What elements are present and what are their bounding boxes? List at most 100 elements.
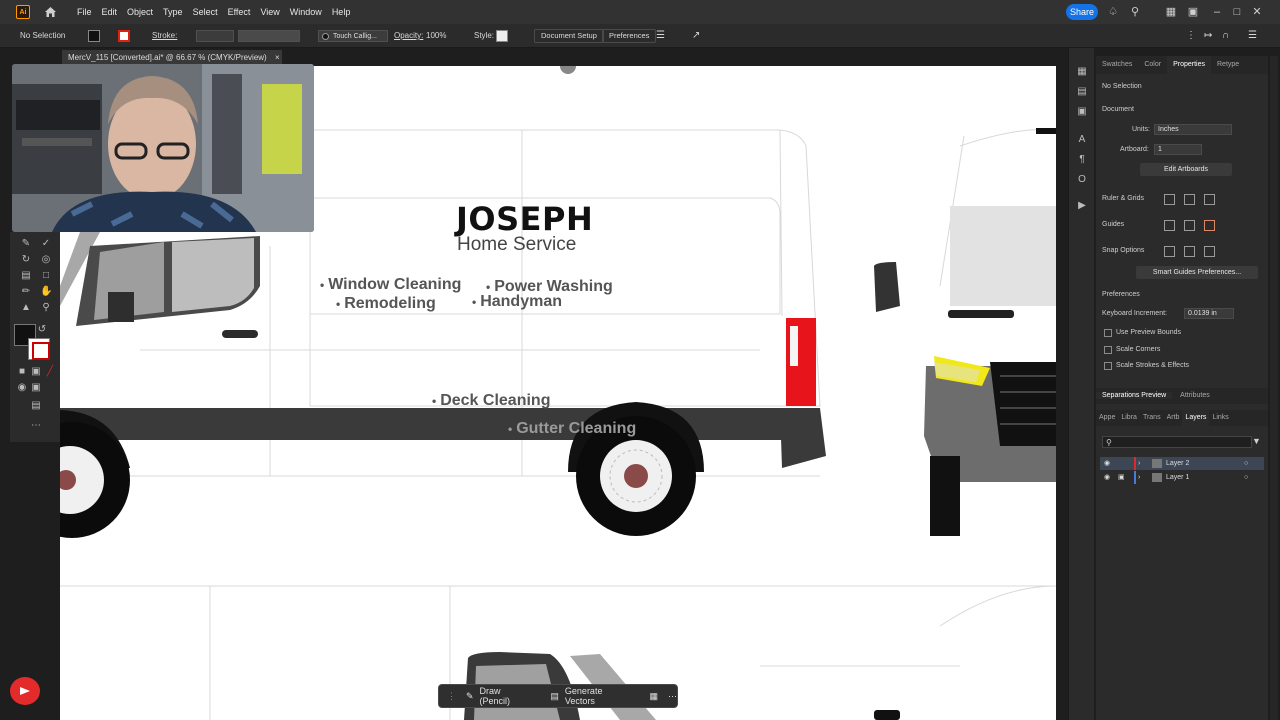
selection-tool-icon[interactable]: ▲ [20,302,32,314]
none-mode-icon[interactable]: ╱ [44,366,56,378]
maximize-window-icon[interactable]: □ [1230,5,1244,19]
more-icon[interactable]: ⋯ [668,691,677,702]
libraries-panel-icon[interactable]: ▣ [1076,106,1088,118]
artboard-dropdown[interactable]: 1 [1154,144,1202,155]
edit-toolbar-icon[interactable]: ⋯ [30,420,42,432]
tab-libraries[interactable]: Libra [1118,410,1140,426]
lock-guides-icon[interactable] [1184,220,1195,231]
target-circle-icon[interactable]: ○ [1244,471,1248,484]
screen-mode-icon[interactable]: ▣ [30,382,42,394]
menu-effect[interactable]: Effect [223,0,256,24]
transform-icon[interactable]: ↦ [1204,24,1212,48]
menu-view[interactable]: View [255,0,284,24]
preview-bounds-checkbox[interactable] [1104,329,1112,337]
graphic-style-swatch[interactable] [496,30,508,42]
menu-help[interactable]: Help [327,0,356,24]
magnet-icon[interactable]: ∩ [1222,24,1229,48]
tab-transform[interactable]: Trans [1140,410,1164,426]
panel-menu-icon[interactable]: ☰ [1248,24,1257,48]
tab-properties[interactable]: Properties [1167,56,1211,74]
units-dropdown[interactable]: Inches [1154,124,1232,135]
menu-edit[interactable]: Edit [97,0,123,24]
fill-color-swatch[interactable] [88,30,100,42]
slice-tool-icon[interactable]: ✏ [20,286,32,298]
tab-swatches[interactable]: Swatches [1096,56,1138,74]
export-icon[interactable]: ↗ [692,24,700,48]
tab-appearance[interactable]: Appe [1096,410,1118,426]
paragraph-panel-icon[interactable]: ¶ [1076,154,1088,166]
tab-links[interactable]: Links [1209,410,1231,426]
draw-pencil-button[interactable]: Draw (Pencil) [480,686,533,706]
align-options-icon[interactable]: ☰ [656,24,665,48]
color-mode-icon[interactable]: ■ [16,366,28,378]
minimize-window-icon[interactable]: – [1210,5,1224,19]
hand-tool-icon[interactable]: ✋ [40,286,52,298]
document-setup-button[interactable]: Document Setup [534,29,604,43]
preferences-button[interactable]: Preferences [602,29,657,43]
menu-select[interactable]: Select [188,0,223,24]
smart-guides-preferences-button[interactable]: Smart Guides Preferences... [1136,266,1258,279]
character-panel-icon[interactable]: A [1076,134,1088,146]
keyboard-increment-field[interactable]: 0.0139 in [1184,308,1234,319]
workspace-switcher-icon[interactable]: ▣ [1186,5,1200,19]
screen-mode-toggle-icon[interactable]: ▤ [30,400,42,412]
gradient-mode-icon[interactable]: ▣ [30,366,42,378]
actions-panel-icon[interactable]: ▶ [1076,200,1088,212]
show-rulers-icon[interactable] [1164,194,1175,205]
brush-definition-dropdown[interactable]: Touch Callig... [318,30,388,42]
layer-name[interactable]: Layer 2 [1166,457,1189,470]
expand-arrow-icon[interactable]: › [1138,471,1140,484]
share-button[interactable]: Share [1066,4,1098,20]
show-guides-icon[interactable] [1164,220,1175,231]
stroke-label[interactable]: Stroke: [152,24,177,48]
layer-row[interactable]: ◉ ▣ › Layer 1 ○ [1100,471,1264,484]
home-icon[interactable] [42,4,58,20]
panel-scrollbar[interactable] [1270,56,1278,720]
tab-retype[interactable]: Retype [1211,56,1245,74]
scale-strokes-checkbox[interactable] [1104,362,1112,370]
smart-guides-icon[interactable] [1204,220,1215,231]
layer-row[interactable]: ◉ › Layer 2 ○ [1100,457,1264,470]
opentype-panel-icon[interactable]: O [1076,174,1088,186]
drag-handle-icon[interactable]: ⋮ [447,691,456,702]
arrange-documents-icon[interactable]: ▦ [1164,5,1178,19]
artboard-tool-icon[interactable]: □ [40,270,52,282]
artboards-panel-icon[interactable]: ▦ [1076,66,1088,78]
options-icon[interactable]: ▦ [649,691,658,702]
scale-corners-checkbox[interactable] [1104,346,1112,354]
opacity-value[interactable]: 100% [426,24,446,48]
notification-bell-icon[interactable]: ♤ [1106,5,1120,19]
opacity-label[interactable]: Opacity: [394,24,423,48]
layer-name[interactable]: Layer 1 [1166,471,1189,484]
swap-colors-icon[interactable]: ↺ [36,324,48,336]
expand-arrow-icon[interactable]: › [1138,457,1140,470]
transparency-grid-icon[interactable] [1204,194,1215,205]
visibility-eye-icon[interactable]: ◉ [1104,457,1110,470]
tab-layers[interactable]: Layers [1182,410,1210,426]
edit-artboards-button[interactable]: Edit Artboards [1140,163,1232,176]
generate-vectors-button[interactable]: Generate Vectors [565,686,634,706]
close-tab-icon[interactable]: × [275,53,280,62]
filter-icon[interactable]: ▼ [1252,436,1261,446]
snap-to-pixel-icon[interactable] [1184,246,1195,257]
tab-separations-preview[interactable]: Separations Preview [1096,392,1173,399]
target-circle-icon[interactable]: ○ [1244,457,1248,470]
visibility-eye-icon[interactable]: ◉ [1104,471,1110,484]
close-window-icon[interactable]: ✕ [1250,5,1264,19]
eyedropper-tool-icon[interactable]: ✓ [40,238,52,250]
snap-to-glyph-icon[interactable] [1204,246,1215,257]
isolate-icon[interactable]: ⋮ [1186,24,1196,48]
layers-search-input[interactable]: ⚲ [1102,436,1252,448]
stroke-color-swatch[interactable] [118,30,130,42]
tab-attributes[interactable]: Attributes [1174,392,1216,399]
stroke-swatch-large[interactable] [28,338,50,360]
menu-type[interactable]: Type [158,0,188,24]
tab-color[interactable]: Color [1138,56,1167,74]
tab-artboards[interactable]: Artb [1164,410,1183,426]
lock-icon[interactable]: ▣ [1118,471,1125,484]
stroke-weight-field[interactable] [196,30,234,42]
document-tab[interactable]: MercV_115 [Converted].ai* @ 66.67 % (CMY… [62,50,282,65]
paintbrush-tool-icon[interactable]: ✎ [20,238,32,250]
graph-tool-icon[interactable]: ▤ [20,270,32,282]
show-grid-icon[interactable] [1184,194,1195,205]
